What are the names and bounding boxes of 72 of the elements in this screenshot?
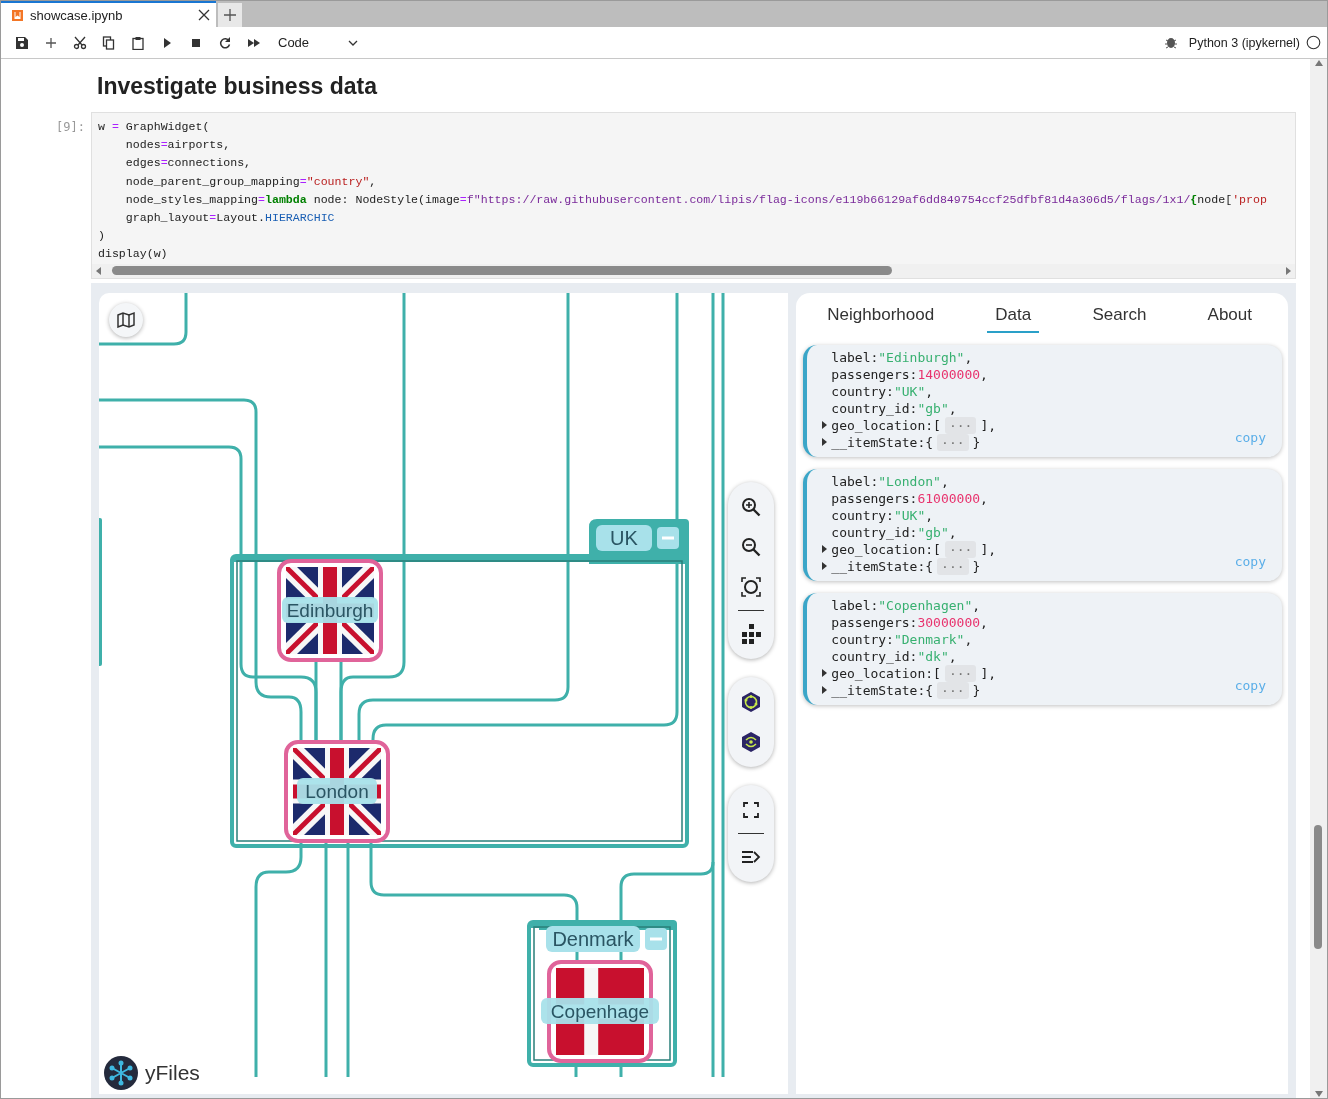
- map-button[interactable]: [109, 302, 143, 337]
- collapse-button[interactable]: [657, 526, 679, 549]
- data-line: geo_location:[ ··· ],: [821, 664, 997, 682]
- data-line: __itemState:{ ··· }: [821, 433, 981, 451]
- kernel-status-icon: [1306, 35, 1321, 50]
- node-label: Copenhage: [541, 997, 659, 1024]
- paste-icon[interactable]: [130, 35, 145, 50]
- data-line: country:"UK",: [830, 382, 934, 400]
- zoom-in-icon[interactable]: [740, 495, 762, 518]
- group-label: Denmark: [546, 925, 640, 952]
- save-icon[interactable]: [14, 35, 29, 50]
- scroll-right-icon[interactable]: [1285, 266, 1292, 275]
- node-label: Edinburgh: [282, 596, 378, 623]
- code-line: display(w): [98, 246, 169, 263]
- scroll-up-icon[interactable]: [1314, 59, 1323, 67]
- restart-icon[interactable]: [217, 35, 232, 50]
- notebook-icon: [11, 8, 24, 22]
- data-line: passengers:14000000,: [830, 365, 988, 383]
- data-line: country:"Denmark",: [830, 630, 973, 648]
- scroll-down-icon[interactable]: [1314, 1090, 1323, 1098]
- collapse-button[interactable]: [645, 927, 667, 950]
- cell-type-dropdown[interactable]: Code: [272, 30, 364, 55]
- data-line: label:"Copenhagen",: [830, 596, 981, 614]
- add-icon[interactable]: [43, 35, 58, 50]
- add-tab-icon[interactable]: [224, 9, 236, 21]
- code-line: w = GraphWidget(: [98, 119, 211, 135]
- zoom-out-icon[interactable]: [740, 535, 762, 558]
- panel-tab[interactable]: About: [1199, 304, 1260, 333]
- node-label: London: [297, 777, 377, 804]
- data-line: label:"Edinburgh",: [830, 348, 973, 366]
- code-line: nodes=airports,: [124, 137, 232, 154]
- data-line: country_id:"gb",: [830, 523, 957, 541]
- notebook-heading: Investigate business data: [97, 72, 379, 101]
- brand-name: yFiles: [145, 1061, 200, 1085]
- cut-icon[interactable]: [72, 35, 87, 50]
- chevron-down-icon: [348, 39, 358, 46]
- bug-icon[interactable]: [1164, 36, 1177, 49]
- kernel-name[interactable]: Python 3 (ipykernel): [1188, 35, 1300, 50]
- notebook-tab[interactable]: showcase.ipynb: [1, 1, 216, 27]
- data-line: __itemState:{ ··· }: [821, 557, 981, 575]
- group-label: UK: [596, 524, 652, 551]
- code-line: node_parent_group_mapping="country",: [124, 173, 378, 190]
- yfiles-logo-icon: [103, 1055, 139, 1091]
- horizontal-scrollbar[interactable]: [92, 263, 1295, 278]
- data-line: geo_location:[ ··· ],: [821, 540, 997, 558]
- code-line: graph_layout=Layout.HIERARCHIC: [124, 209, 336, 226]
- data-line: country_id:"gb",: [830, 399, 957, 417]
- data-line: geo_location:[ ··· ],: [821, 416, 997, 434]
- tab-label: showcase.ipynb: [30, 7, 124, 23]
- panel-tab[interactable]: Data: [987, 304, 1040, 333]
- close-icon[interactable]: [198, 9, 210, 21]
- code-line: ): [98, 228, 106, 245]
- code-line: node_styles_mapping=lambda node: NodeStyle(image=f"https://raw.githubusercontent.com/lipis/flag-icons/e119b66129af6dd849754ccf25dfbf81d4a306d5/flags/1x1/{node['prop: [124, 191, 1268, 208]
- data-line: __itemState:{ ··· }: [821, 681, 981, 699]
- data-line: passengers:30000000,: [830, 613, 988, 631]
- copy-icon[interactable]: [101, 35, 116, 50]
- layout-radial-icon[interactable]: [740, 730, 762, 753]
- panel-tab[interactable]: Neighborhood: [819, 304, 943, 333]
- map-icon: [117, 311, 135, 328]
- data-line: country_id:"dk",: [830, 647, 957, 665]
- data-line: country:"UK",: [830, 506, 934, 524]
- scrollbar-thumb[interactable]: [112, 266, 892, 275]
- execution-count: [9]:: [55, 119, 86, 136]
- scrollbar-thumb[interactable]: [1314, 825, 1322, 949]
- panel-tab[interactable]: Search: [1084, 304, 1155, 333]
- hierarchy-layout-icon[interactable]: [740, 622, 762, 645]
- data-line: passengers:61000000,: [830, 489, 988, 507]
- fit-content-icon[interactable]: [740, 575, 762, 598]
- data-line: label:"London",: [830, 472, 949, 490]
- scroll-left-icon[interactable]: [95, 266, 102, 275]
- vertical-scrollbar[interactable]: [1310, 59, 1327, 1098]
- code-line: edges=connections,: [124, 155, 253, 172]
